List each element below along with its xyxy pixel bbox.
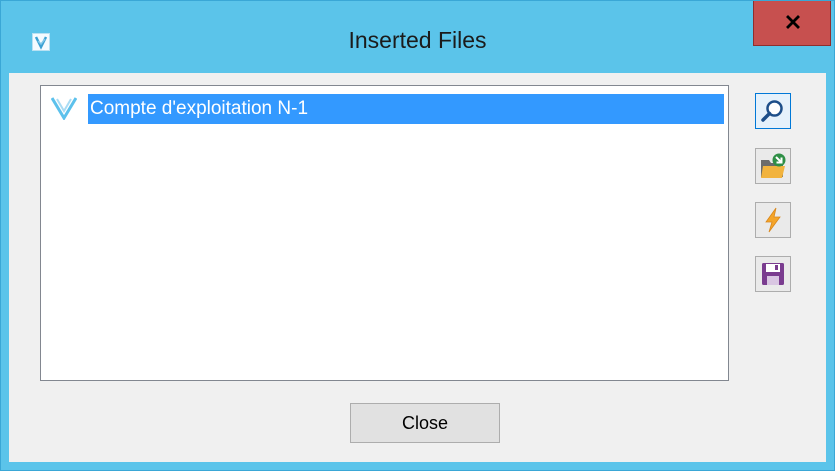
- close-button[interactable]: Close: [350, 403, 500, 443]
- folder-arrow-icon: [761, 153, 786, 178]
- window-close-button[interactable]: [753, 1, 831, 46]
- inserted-files-list[interactable]: Compte d'exploitation N-1: [40, 85, 729, 381]
- search-button[interactable]: [755, 93, 791, 129]
- magnifier-icon: [761, 100, 783, 122]
- save-button[interactable]: [755, 256, 791, 292]
- close-icon: [786, 15, 800, 29]
- dialog-content: Compte d'exploitation N-1 Close: [9, 73, 826, 462]
- import-file-button[interactable]: [755, 148, 791, 184]
- window-title: Inserted Files: [348, 27, 487, 53]
- list-item-label: Compte d'exploitation N-1: [88, 94, 724, 124]
- floppy-disk-icon: [762, 263, 784, 285]
- run-button[interactable]: [755, 202, 791, 238]
- v-logo-icon: [50, 96, 78, 121]
- inserted-files-dialog: Inserted Files Compte d'exploitation N-1: [0, 0, 835, 471]
- lightning-icon: [765, 207, 781, 233]
- list-item[interactable]: Compte d'exploitation N-1: [49, 93, 724, 125]
- title-bar[interactable]: Inserted Files: [1, 1, 834, 71]
